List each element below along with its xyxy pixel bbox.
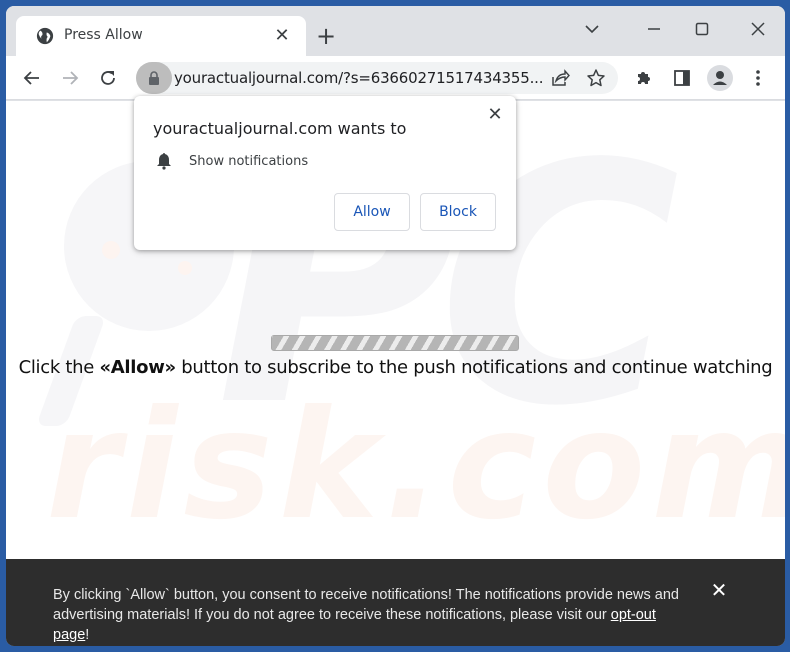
forward-button[interactable] (56, 64, 84, 92)
popup-close-icon[interactable]: ✕ (484, 104, 506, 126)
side-panel-icon (674, 70, 690, 86)
forward-arrow-icon (63, 71, 79, 85)
notification-permission-popup: youractualjournal.com wants to ✕ Show no… (134, 96, 516, 250)
close-icon (751, 22, 765, 36)
loading-bar (271, 335, 519, 351)
profile-button[interactable] (706, 64, 734, 92)
minimize-icon (648, 28, 660, 30)
toolbar: youractualjournal.com/?s=636602715174343… (6, 56, 785, 100)
banner-close-icon[interactable]: ✕ (708, 579, 730, 601)
allow-button[interactable]: Allow (334, 193, 410, 231)
consent-banner: By clicking `Allow` button, you consent … (6, 559, 785, 646)
profile-icon (707, 65, 733, 91)
back-button[interactable] (18, 64, 46, 92)
url-text[interactable]: youractualjournal.com/?s=636602715174343… (174, 69, 543, 87)
globe-icon (36, 27, 54, 45)
bell-icon (157, 153, 171, 170)
tab-search-button[interactable] (572, 14, 612, 44)
message-allow-emphasis: «Allow» (99, 357, 176, 378)
back-arrow-icon (23, 71, 39, 85)
banner-text-end: ! (85, 627, 90, 643)
reload-icon (101, 71, 115, 85)
browser-window: Press Allow ✕ + youractualjournal.com/?s… (6, 6, 785, 646)
close-window-button[interactable] (738, 14, 778, 44)
chevron-down-icon (585, 25, 599, 34)
extensions-button[interactable] (630, 64, 658, 92)
menu-button[interactable] (744, 64, 772, 92)
share-icon (552, 69, 570, 86)
banner-text: By clicking `Allow` button, you consent … (53, 585, 693, 645)
watermark-dot (102, 241, 120, 259)
share-button[interactable] (546, 64, 574, 92)
menu-icon (756, 70, 760, 86)
permission-label: Show notifications (189, 154, 309, 169)
tab-strip: Press Allow ✕ + (6, 6, 785, 56)
tab-title: Press Allow (64, 27, 143, 43)
watermark-dot (178, 261, 192, 275)
extensions-icon (638, 72, 650, 84)
reload-button[interactable] (94, 64, 122, 92)
lock-icon (149, 71, 159, 85)
watermark-risk: risk.com (46, 379, 785, 553)
minimize-button[interactable] (634, 14, 674, 44)
new-tab-button[interactable]: + (314, 24, 338, 48)
site-info-button[interactable] (136, 62, 172, 94)
instruction-message: Click the «Allow» button to subscribe to… (6, 357, 785, 378)
message-suffix: button to subscribe to the push notifica… (175, 357, 773, 378)
address-bar[interactable]: youractualjournal.com/?s=636602715174343… (136, 62, 618, 94)
tab-close-icon[interactable]: ✕ (272, 26, 292, 46)
bookmark-button[interactable] (582, 64, 610, 92)
block-button[interactable]: Block (420, 193, 496, 231)
popup-title: youractualjournal.com wants to (153, 119, 407, 138)
banner-text-main: By clicking `Allow` button, you consent … (53, 587, 679, 623)
maximize-button[interactable] (682, 14, 722, 44)
maximize-icon (695, 22, 709, 36)
message-prefix: Click the (18, 357, 100, 378)
star-icon (587, 69, 605, 87)
side-panel-button[interactable] (668, 64, 696, 92)
tab-press-allow[interactable]: Press Allow ✕ (16, 16, 306, 56)
